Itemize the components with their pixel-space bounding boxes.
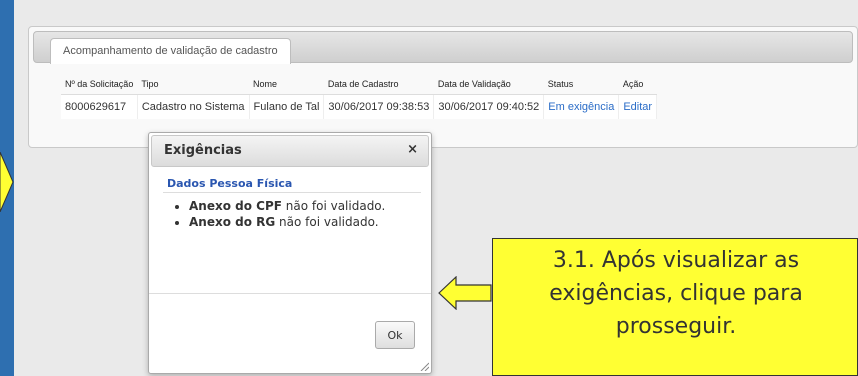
callout-line: 3.1. Após visualizar as — [552, 248, 800, 273]
col-header: Tipo — [137, 74, 250, 95]
dialog-header: Exigências × — [151, 135, 429, 167]
requirements-dialog: Exigências × Dados Pessoa Física Anexo d… — [148, 132, 432, 374]
item-bold: Anexo do RG — [189, 215, 276, 229]
col-header: Data de Validação — [433, 74, 544, 95]
dialog-title: Exigências — [164, 143, 242, 158]
list-item: Anexo do RG não foi validado. — [189, 215, 419, 229]
close-icon[interactable]: × — [407, 142, 418, 157]
arrow-left-icon — [438, 276, 492, 310]
ok-button[interactable]: Ok — [375, 321, 415, 349]
col-header: Nome — [249, 74, 324, 95]
col-header: Data de Cadastro — [323, 74, 434, 95]
tab-acompanhamento[interactable]: Acompanhamento de validação de cadastro — [50, 38, 291, 64]
cell-type: Cadastro no Sistema — [137, 94, 250, 119]
instruction-callout: 3.1. Após visualizar as exigências, cliq… — [492, 238, 858, 376]
col-header: Nº da Solicitação — [61, 74, 138, 95]
edit-link[interactable]: Editar — [618, 94, 658, 119]
callout-text: 3.1. Após visualizar as exigências, cliq… — [493, 244, 857, 343]
col-header: Status — [543, 74, 619, 95]
col-header: Ação — [618, 74, 657, 95]
section-divider — [163, 192, 421, 193]
item-text: não foi validado. — [281, 199, 386, 213]
status-link[interactable]: Em exigência — [543, 94, 620, 119]
table-row: 8000629617 Cadastro no Sistema Fulano de… — [61, 94, 658, 119]
cell-request-number: 8000629617 — [61, 94, 138, 119]
list-item: Anexo do CPF não foi validado. — [189, 199, 419, 213]
cell-validation-date: 30/06/2017 09:40:52 — [433, 94, 545, 119]
requests-table: Nº da Solicitação Tipo Nome Data de Cada… — [61, 74, 658, 119]
callout-line: exigências, clique para — [549, 281, 803, 306]
table-header-row: Nº da Solicitação Tipo Nome Data de Cada… — [61, 74, 657, 95]
callout-line: prosseguir. — [615, 314, 737, 339]
dialog-footer-divider — [149, 293, 431, 294]
section-title: Dados Pessoa Física — [167, 177, 293, 190]
resize-handle-icon[interactable] — [419, 361, 429, 371]
tab-bar: Acompanhamento de validação de cadastro — [33, 31, 853, 64]
item-bold: Anexo do CPF — [189, 199, 282, 213]
arrow-left-icon — [0, 152, 14, 212]
cell-name: Fulano de Tal — [249, 94, 325, 119]
cell-registration-date: 30/06/2017 09:38:53 — [323, 94, 435, 119]
requirements-list: Anexo do CPF não foi validado. Anexo do … — [171, 199, 419, 231]
item-text: não foi validado. — [275, 215, 379, 229]
validation-panel: Acompanhamento de validação de cadastro … — [28, 26, 858, 148]
